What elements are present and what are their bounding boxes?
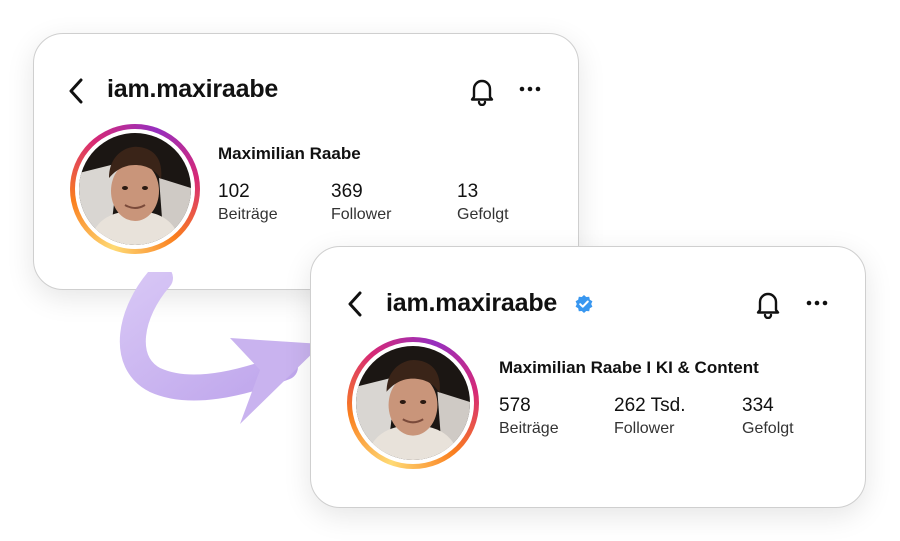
following-count[interactable]: 13 — [457, 181, 478, 203]
more-options-icon[interactable] — [806, 300, 828, 306]
following-label[interactable]: Gefolgt — [742, 420, 794, 438]
avatar[interactable] — [356, 346, 470, 460]
verified-badge-icon — [574, 294, 594, 319]
avatar[interactable] — [79, 133, 191, 245]
posts-count: 578 — [499, 395, 531, 416]
followers-count[interactable]: 369 — [331, 181, 363, 203]
followers-label[interactable]: Follower — [331, 206, 391, 224]
profile-full-name: Maximilian Raabe I KI & Content — [499, 358, 759, 377]
posts-count: 102 — [218, 181, 250, 202]
back-chevron-icon[interactable] — [68, 78, 84, 104]
following-label[interactable]: Gefolgt — [457, 206, 509, 224]
bell-icon[interactable] — [755, 289, 781, 319]
followers-label[interactable]: Follower — [614, 420, 674, 438]
profile-card-after: iam.maxiraabe Maximilian Raabe I KI & Co… — [310, 246, 866, 508]
posts-label: Beiträge — [499, 420, 559, 437]
profile-username: iam.maxiraabe — [107, 75, 279, 103]
bell-icon[interactable] — [469, 76, 495, 106]
posts-label: Beiträge — [218, 206, 278, 223]
following-count[interactable]: 334 — [742, 395, 774, 417]
profile-full-name: Maximilian Raabe — [218, 144, 361, 163]
followers-count[interactable]: 262 Tsd. — [614, 395, 685, 417]
profile-username: iam.maxiraabe — [386, 289, 558, 317]
transition-arrow-icon — [119, 272, 322, 424]
more-options-icon[interactable] — [519, 86, 541, 92]
back-chevron-icon[interactable] — [347, 291, 363, 317]
